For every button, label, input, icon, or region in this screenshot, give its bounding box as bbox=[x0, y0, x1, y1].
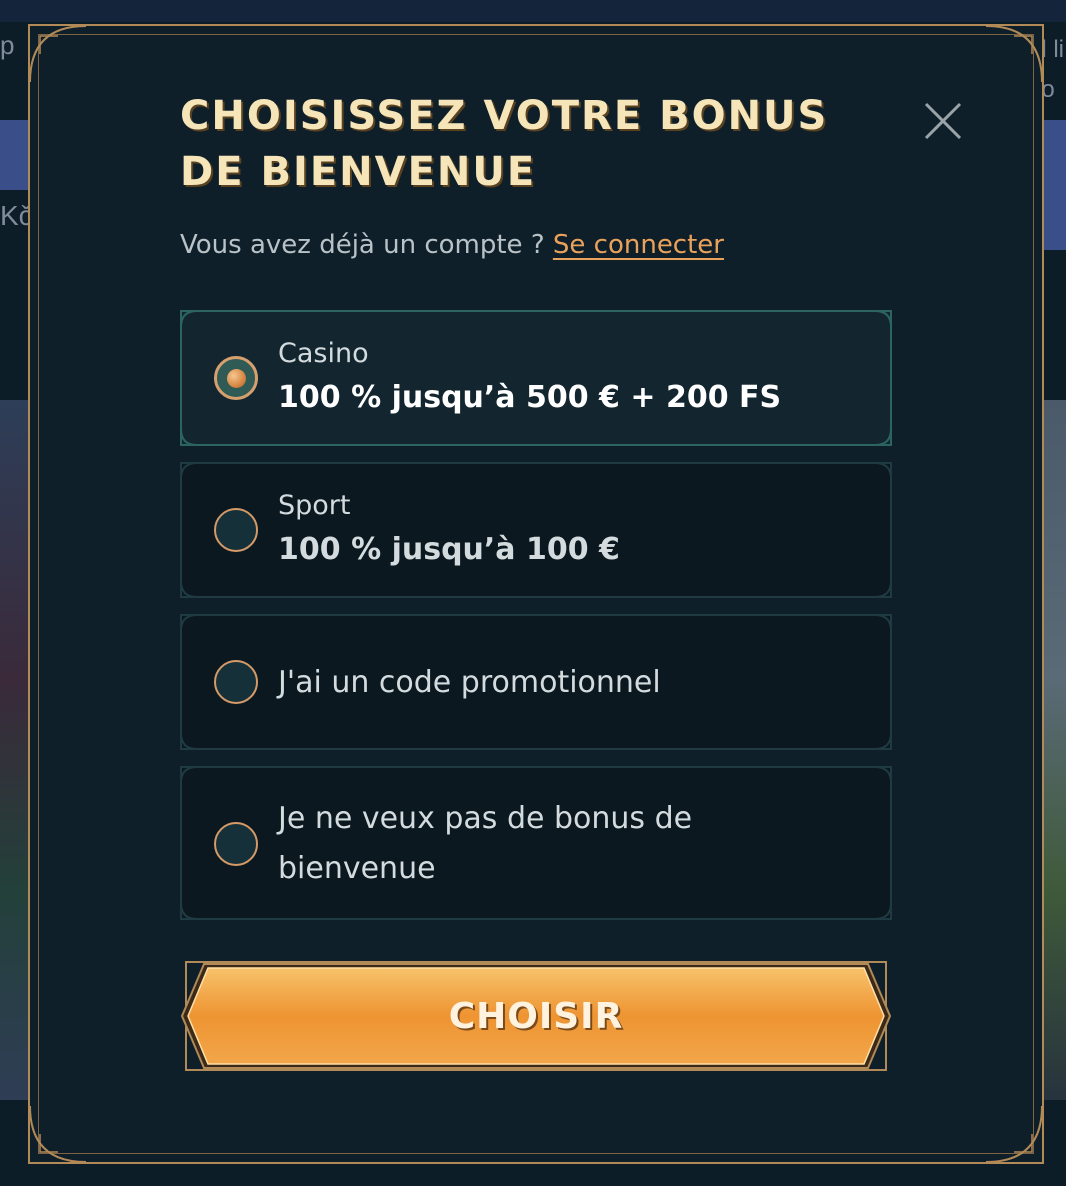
corner-ornament-icon bbox=[985, 25, 1043, 83]
option-corner-icon bbox=[180, 580, 198, 598]
option-label: Je ne veux pas de bonus de bienvenue bbox=[278, 801, 693, 886]
bonus-option-casino[interactable]: Casino 100 % jusqu’à 500 € + 200 FS bbox=[180, 310, 892, 446]
corner-ornament-icon bbox=[29, 25, 87, 83]
radio-sport[interactable] bbox=[214, 508, 258, 552]
option-corner-icon bbox=[180, 732, 198, 750]
option-corner-icon bbox=[180, 766, 198, 784]
corner-ornament-icon bbox=[985, 1105, 1043, 1163]
option-corner-icon bbox=[874, 462, 892, 480]
bonus-option-sport[interactable]: Sport 100 % jusqu’à 100 € bbox=[180, 462, 892, 598]
option-corner-icon bbox=[180, 462, 198, 480]
corner-ornament-icon bbox=[29, 1105, 87, 1163]
choose-button-label: CHOISIR bbox=[448, 995, 624, 1037]
bonus-option-none[interactable]: Je ne veux pas de bonus de bienvenue bbox=[180, 766, 892, 920]
backdrop-text-right: l li o bbox=[1041, 36, 1064, 103]
radio-promo-code[interactable] bbox=[214, 660, 258, 704]
modal-title: Choisissez votre bonus de bienvenue bbox=[180, 93, 829, 195]
option-corner-icon bbox=[874, 428, 892, 446]
radio-no-bonus[interactable] bbox=[214, 822, 258, 866]
close-button[interactable] bbox=[918, 96, 968, 146]
option-corner-icon bbox=[180, 614, 198, 632]
welcome-bonus-modal: Choisissez votre bonus de bienvenue Vous… bbox=[28, 24, 1044, 1164]
backdrop-text-left: p bbox=[0, 30, 15, 60]
close-icon bbox=[924, 102, 962, 140]
option-corner-icon bbox=[874, 614, 892, 632]
login-link[interactable]: Se connecter bbox=[553, 230, 724, 260]
option-corner-icon bbox=[180, 310, 198, 328]
option-value: 100 % jusqu’à 500 € + 200 FS bbox=[278, 380, 782, 415]
option-corner-icon bbox=[874, 902, 892, 920]
option-label: J'ai un code promotionnel bbox=[278, 665, 661, 700]
backdrop-top-bar bbox=[0, 0, 1066, 22]
bonus-option-promo-code[interactable]: J'ai un code promotionnel bbox=[180, 614, 892, 750]
option-corner-icon bbox=[874, 766, 892, 784]
login-prompt: Vous avez déjà un compte ? Se connecter bbox=[180, 230, 724, 260]
option-corner-icon bbox=[874, 310, 892, 328]
option-value: 100 % jusqu’à 100 € bbox=[278, 532, 620, 567]
option-corner-icon bbox=[180, 902, 198, 920]
option-corner-icon bbox=[180, 428, 198, 446]
option-corner-icon bbox=[874, 580, 892, 598]
choose-button[interactable]: CHOISIR bbox=[180, 960, 892, 1072]
option-corner-icon bbox=[874, 732, 892, 750]
radio-casino[interactable] bbox=[214, 356, 258, 400]
option-label: Sport bbox=[278, 490, 351, 521]
login-prompt-text: Vous avez déjà un compte ? bbox=[180, 230, 553, 260]
option-label: Casino bbox=[278, 338, 369, 369]
